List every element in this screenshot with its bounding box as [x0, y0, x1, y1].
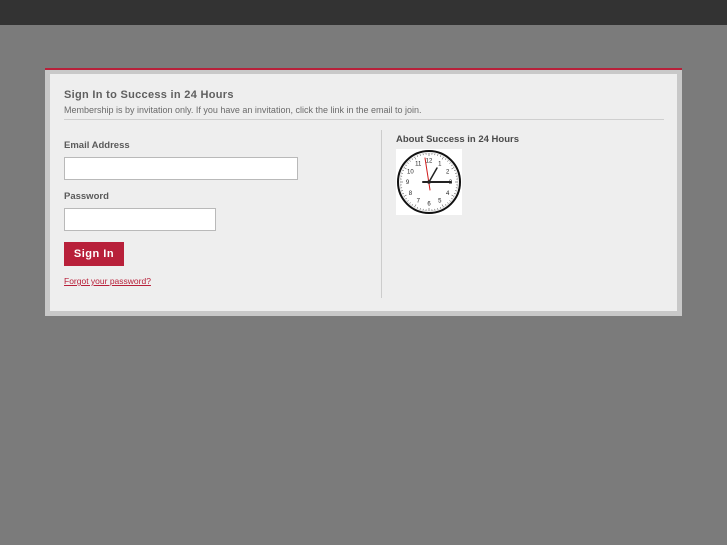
about-section: About Success in 24 Hours 12 1 2 3 4 5 6 7 8 9 10 1… — [396, 133, 656, 215]
sign-in-button[interactable]: Sign In — [64, 242, 124, 266]
page-subtitle: Membership is by invitation only. If you… — [64, 105, 422, 115]
email-field[interactable] — [64, 157, 298, 180]
page-title: Sign In to Success in 24 Hours — [64, 89, 234, 101]
clock-number: 11 — [415, 161, 422, 167]
clock-icon: 12 1234567891011 — [396, 149, 462, 215]
clock-number: 10 — [407, 169, 414, 175]
password-field[interactable] — [64, 208, 216, 231]
signin-form: Email Address Password Sign In Forgot yo… — [64, 140, 364, 287]
signin-panel-frame: Sign In to Success in 24 Hours Membershi… — [45, 68, 682, 316]
signin-panel: Sign In to Success in 24 Hours Membershi… — [50, 74, 677, 311]
email-label: Email Address — [64, 140, 130, 151]
clock-number: 12 — [426, 159, 433, 165]
about-title: About Success in 24 Hours — [396, 134, 520, 145]
panel-header: Sign In to Success in 24 Hours Membershi… — [64, 88, 664, 120]
forgot-password-link[interactable]: Forgot your password? — [64, 276, 364, 287]
top-bar — [0, 0, 727, 25]
password-label: Password — [64, 191, 109, 202]
column-divider — [381, 130, 382, 298]
